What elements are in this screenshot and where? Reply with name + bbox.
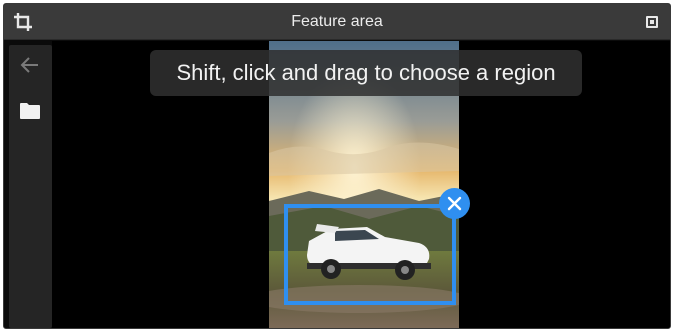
folder-icon[interactable] — [19, 101, 41, 121]
image-canvas[interactable]: Shift, click and drag to choose a region — [52, 41, 670, 328]
maximize-icon[interactable] — [646, 16, 658, 28]
hint-tooltip: Shift, click and drag to choose a region — [150, 50, 582, 96]
sidebar — [9, 45, 52, 328]
feature-area-window: Feature area Shift, click and drag to ch… — [3, 3, 671, 329]
arrow-left-icon[interactable] — [18, 54, 42, 76]
title-bar: Feature area — [4, 4, 670, 40]
close-icon[interactable] — [439, 188, 470, 219]
window-title: Feature area — [291, 13, 383, 30]
selection-region[interactable] — [284, 204, 456, 305]
